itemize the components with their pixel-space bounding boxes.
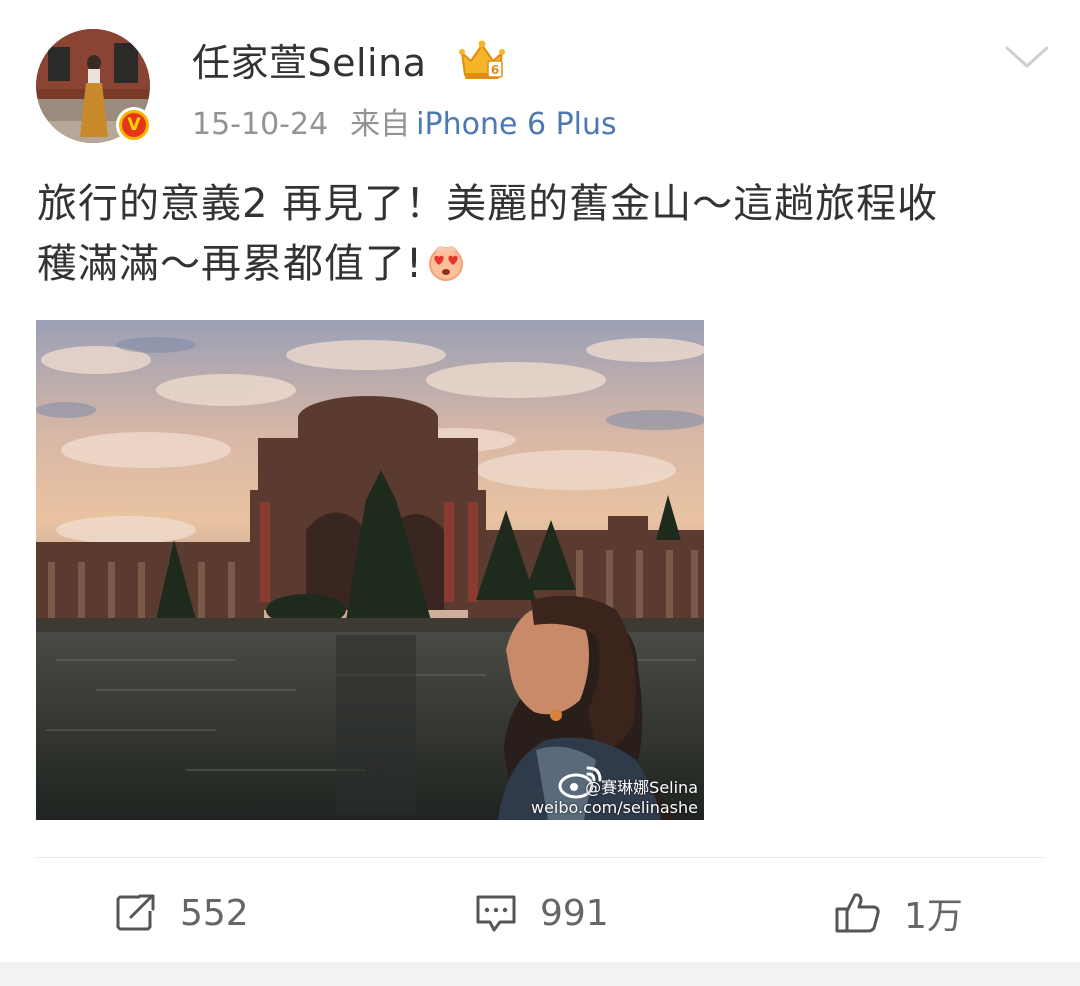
- post-text-line-1: 旅行的意義2 再見了！美麗的舊金山～這趟旅程收: [37, 181, 939, 227]
- thumbs-up-icon: [835, 893, 880, 933]
- action-divider: [36, 857, 1044, 858]
- chevron-down-icon[interactable]: [1002, 40, 1052, 74]
- post-text: 旅行的意義2 再見了！美麗的舊金山～這趟旅程收 穫滿滿～再累都值了!: [37, 174, 1047, 294]
- feed-separator: [0, 962, 1080, 986]
- source-device-link[interactable]: iPhone 6 Plus: [416, 107, 617, 142]
- repost-button[interactable]: 552: [114, 868, 249, 958]
- avatar[interactable]: V: [36, 29, 154, 147]
- watermark-handle: @賽琳娜Selina: [585, 778, 698, 797]
- action-bar: 552 991 1万: [0, 868, 1080, 958]
- weibo-post-card: V 任家萱Selina 6 15-10-24 来自 iPhone 6 Plus 旅行…: [0, 0, 1080, 962]
- repost-count: 552: [180, 892, 249, 934]
- comment-count: 991: [540, 892, 609, 934]
- watermark-url: weibo.com/selinashe: [530, 798, 698, 817]
- post-date: 15-10-24: [192, 107, 329, 142]
- post-text-line-2: 穫滿滿～再累都值了!: [37, 234, 1047, 294]
- source-label: 来自: [350, 107, 411, 142]
- image-watermark: @賽琳娜Selina weibo.com/selinashe: [531, 778, 698, 818]
- repost-icon: [116, 894, 155, 931]
- verified-v-icon: V: [116, 107, 152, 143]
- comment-button[interactable]: 991: [474, 868, 609, 958]
- crown-vip-icon[interactable]: 6: [459, 39, 505, 83]
- member-level: 6: [491, 63, 499, 77]
- verified-badge-letter: V: [122, 113, 146, 137]
- comment-icon: [476, 895, 516, 932]
- username[interactable]: 任家萱Selina: [192, 38, 427, 88]
- heart-eyes-emoji-icon: [429, 246, 464, 281]
- post-image[interactable]: @賽琳娜Selina weibo.com/selinashe: [36, 320, 704, 820]
- post-text-line-2-content: 穫滿滿～再累都值了!: [37, 241, 424, 287]
- post-meta: 15-10-24 来自 iPhone 6 Plus: [192, 104, 617, 146]
- like-button[interactable]: 1万: [834, 868, 963, 958]
- like-count: 1万: [904, 896, 963, 937]
